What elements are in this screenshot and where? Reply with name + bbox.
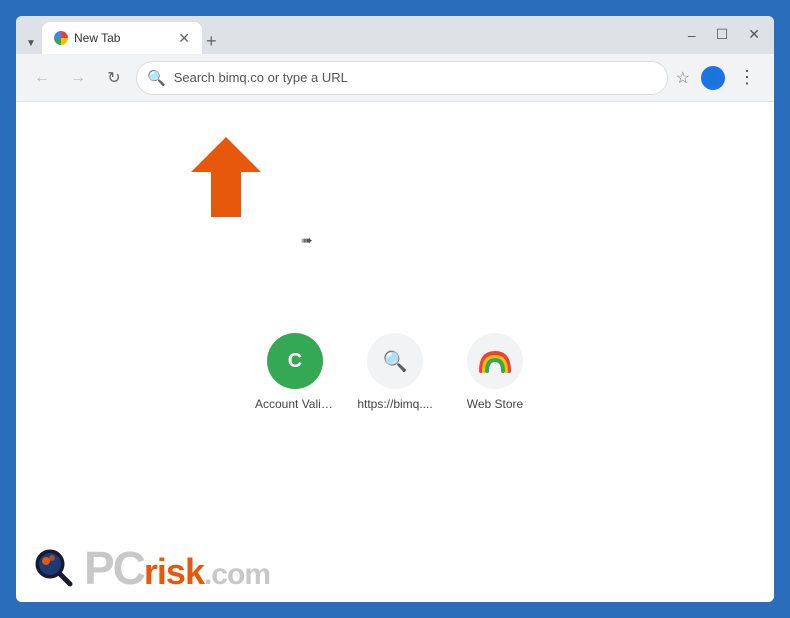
shortcut-label-bimq: https://bimq.... bbox=[355, 397, 435, 411]
shortcut-label-webstore: Web Store bbox=[455, 397, 535, 411]
pcrisk-logo bbox=[30, 544, 78, 592]
shortcut-webstore[interactable]: Web Store bbox=[455, 333, 535, 411]
back-btn[interactable]: ← bbox=[28, 64, 56, 92]
bookmark-btn[interactable]: ☆ bbox=[676, 68, 690, 88]
url-bar[interactable]: 🔍 Search bimq.co or type a URL bbox=[136, 61, 668, 95]
watermark-text-container: PC risk .com bbox=[84, 545, 270, 591]
watermark-risk: risk bbox=[144, 554, 204, 590]
watermark-dotcom: .com bbox=[204, 560, 270, 590]
shortcut-icon-account: C bbox=[267, 333, 323, 389]
address-bar: ← → ↻ 🔍 Search bimq.co or type a URL ☆ 👤… bbox=[16, 54, 774, 102]
shortcut-bimq[interactable]: 🔍 https://bimq.... bbox=[355, 333, 435, 411]
watermark-pc: PC bbox=[84, 545, 144, 591]
url-text: Search bimq.co or type a URL bbox=[174, 70, 653, 85]
reload-btn[interactable]: ↻ bbox=[100, 64, 128, 92]
shortcuts-area: C Account Valid... 🔍 https://bimq.... We… bbox=[255, 333, 535, 411]
arrow-indicator bbox=[156, 132, 276, 232]
active-tab[interactable]: New Tab ✕ bbox=[42, 22, 202, 54]
tab-bar: ▼ New Tab ✕ + – ☐ ✕ bbox=[16, 16, 774, 54]
content-area: ➠ C Account Valid... 🔍 https://bimq.... bbox=[16, 102, 774, 602]
profile-icon: 👤 bbox=[701, 66, 725, 90]
tab-favicon bbox=[54, 31, 68, 45]
shortcut-label-account: Account Valid... bbox=[255, 397, 335, 411]
minimize-btn[interactable]: – bbox=[682, 25, 702, 45]
watermark: PC risk .com bbox=[30, 544, 270, 592]
tab-close-btn[interactable]: ✕ bbox=[178, 31, 190, 45]
close-btn[interactable]: ✕ bbox=[742, 24, 766, 45]
search-icon: 🔍 bbox=[147, 69, 166, 87]
maximize-btn[interactable]: ☐ bbox=[710, 24, 735, 45]
shortcut-icon-bimq: 🔍 bbox=[367, 333, 423, 389]
menu-btn[interactable]: ⋮ bbox=[732, 63, 762, 93]
tab-title: New Tab bbox=[74, 31, 172, 45]
window-controls: – ☐ ✕ bbox=[682, 24, 766, 45]
new-tab-btn[interactable]: + bbox=[202, 32, 221, 50]
shortcut-icon-webstore bbox=[467, 333, 523, 389]
webstore-rainbow-icon bbox=[477, 347, 513, 375]
profile-btn[interactable]: 👤 bbox=[698, 63, 728, 93]
tab-left-controls: ▼ bbox=[24, 36, 38, 50]
toolbar-right: 👤 ⋮ bbox=[698, 63, 762, 93]
browser-window: ▼ New Tab ✕ + – ☐ ✕ ← → ↻ 🔍 Search bimq.… bbox=[14, 14, 776, 604]
mouse-cursor: ➠ bbox=[301, 232, 313, 249]
forward-btn[interactable]: → bbox=[64, 64, 92, 92]
tab-expand-btn[interactable]: ▼ bbox=[24, 36, 38, 50]
shortcut-account-valid[interactable]: C Account Valid... bbox=[255, 333, 335, 411]
